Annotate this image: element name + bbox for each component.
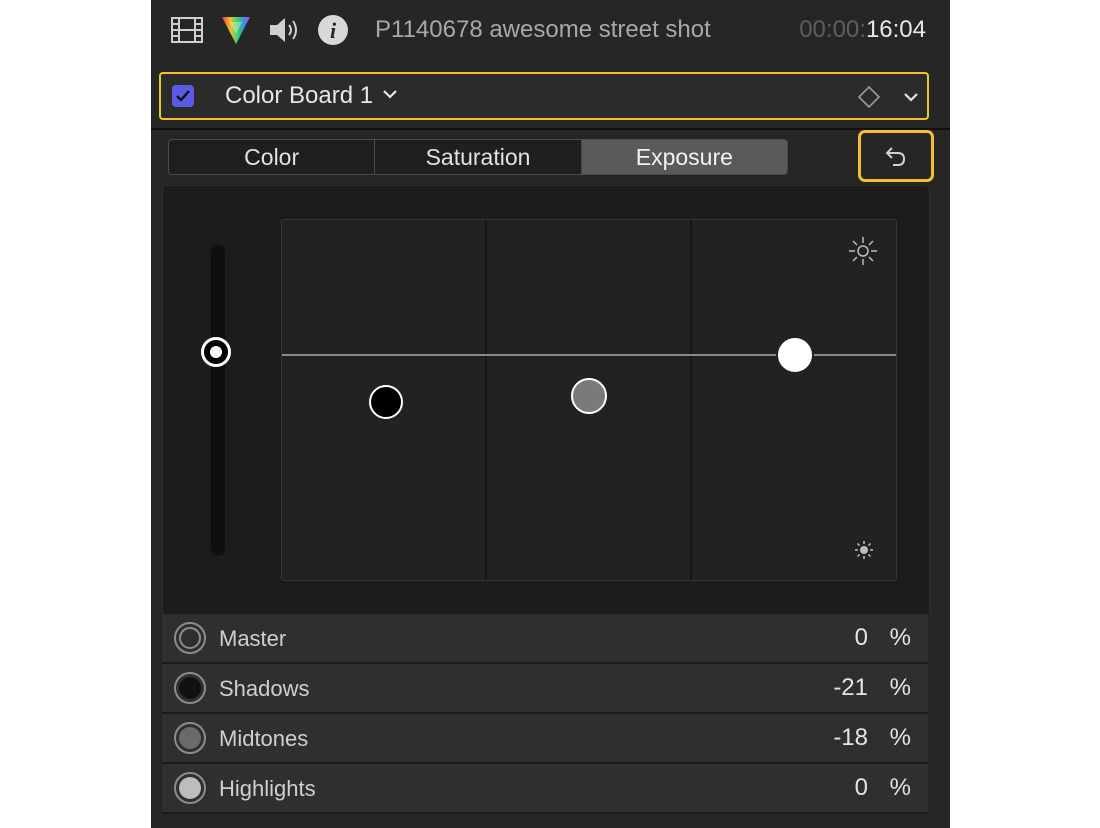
row-label: Master: [219, 626, 287, 651]
exposure-grid: [281, 219, 897, 581]
shadows-icon: [174, 672, 206, 704]
tab-color[interactable]: Color: [169, 140, 376, 174]
color-board-inspector: i P1140678 awesome street shot 00:00:16:…: [151, 0, 950, 828]
master-row: Master 0 %: [162, 614, 928, 664]
svg-text:i: i: [330, 18, 337, 43]
grid-divider: [690, 220, 692, 580]
clip-name: P1140678 awesome street shot: [375, 16, 711, 43]
shadows-puck[interactable]: [369, 385, 403, 419]
film-inspector-icon[interactable]: [169, 12, 205, 48]
percent-unit: %: [889, 774, 911, 801]
highlights-value-field[interactable]: 0: [855, 774, 868, 802]
highlights-puck[interactable]: [776, 336, 814, 374]
effect-header-row[interactable]: Color Board 1: [159, 72, 929, 120]
master-value-field[interactable]: 0: [855, 624, 868, 652]
midtones-icon: [174, 722, 206, 754]
grid-divider: [485, 220, 487, 580]
midtones-value-field[interactable]: -18: [833, 724, 868, 752]
effect-enable-checkbox[interactable]: [172, 85, 194, 107]
reset-button[interactable]: [858, 130, 934, 182]
info-inspector-icon[interactable]: i: [315, 12, 351, 48]
exposure-board: [162, 185, 930, 617]
percent-unit: %: [889, 624, 911, 651]
highlights-row: Highlights 0 %: [162, 764, 928, 814]
sun-dim-icon: [854, 540, 874, 565]
row-label: Highlights: [219, 776, 316, 801]
timecode-seconds: 16:04: [865, 16, 926, 43]
color-board-tabs: Color Saturation Exposure: [168, 139, 788, 175]
tab-exposure[interactable]: Exposure: [581, 140, 787, 174]
midtones-puck[interactable]: [571, 378, 607, 414]
percent-unit: %: [889, 724, 911, 751]
master-icon: [174, 622, 206, 654]
midtones-row: Midtones -18 %: [162, 714, 928, 764]
audio-inspector-icon[interactable]: [267, 12, 303, 48]
color-inspector-icon[interactable]: [218, 12, 254, 48]
reset-arrow-icon: [885, 147, 906, 166]
tab-saturation[interactable]: Saturation: [375, 140, 582, 174]
master-puck[interactable]: [201, 337, 231, 367]
shadows-value-field[interactable]: -21: [833, 674, 868, 702]
expand-chevron-icon[interactable]: [903, 90, 919, 108]
percent-unit: %: [889, 674, 911, 701]
highlights-icon: [174, 772, 206, 804]
inspector-header: i P1140678 awesome street shot 00:00:16:…: [151, 0, 950, 62]
keyframe-diamond-icon[interactable]: [857, 85, 881, 113]
timecode: 00:00:16:04: [799, 16, 926, 44]
checkmark-icon: [176, 90, 190, 102]
divider: [151, 128, 950, 130]
row-label: Midtones: [219, 726, 309, 751]
effect-name[interactable]: Color Board 1: [225, 82, 373, 110]
master-slider-track[interactable]: [211, 244, 225, 556]
chevron-down-icon[interactable]: [382, 87, 398, 105]
sun-bright-icon: [848, 236, 878, 271]
row-label: Shadows: [219, 676, 310, 701]
timecode-hours: 00:00:: [799, 16, 866, 43]
shadows-row: Shadows -21 %: [162, 664, 928, 714]
